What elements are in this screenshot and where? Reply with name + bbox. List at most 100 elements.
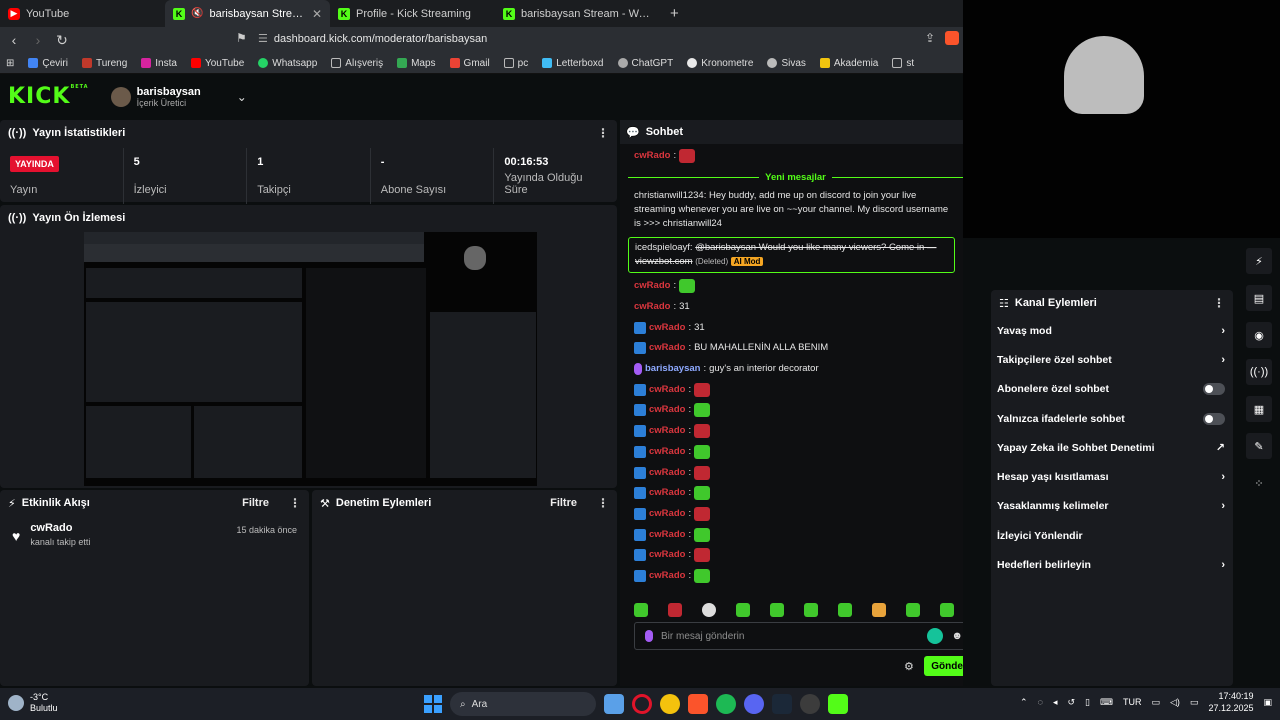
keyboard-icon[interactable]: ⌨ <box>1100 697 1113 708</box>
bookmark-icon[interactable]: ⚑ <box>236 31 247 45</box>
emote-icon[interactable] <box>872 603 886 617</box>
channel-action-item[interactable]: Yalnızca ifadelerle sohbet <box>991 404 1233 433</box>
clock[interactable]: 17:40:19 27.12.2025 <box>1208 690 1253 714</box>
battery-icon[interactable]: ▭ <box>1190 697 1199 708</box>
emote-icon[interactable] <box>804 603 818 617</box>
brave-icon[interactable] <box>688 694 708 714</box>
volume-icon[interactable]: ◁) <box>1170 697 1180 708</box>
channel-action-item[interactable]: Yapay Zeka ile Sohbet Denetimi ↗ <box>991 433 1233 462</box>
chat-messages[interactable]: cwRado: Yeni mesajlar christianwill1234:… <box>620 144 963 602</box>
bookmark-item[interactable]: st <box>892 58 914 69</box>
chat-username[interactable]: cwRado <box>634 300 670 314</box>
apps-grid-icon[interactable]: ⊞ <box>6 58 14 69</box>
chat-username[interactable]: cwRado <box>634 279 670 293</box>
chat-username[interactable]: cwRado <box>649 341 685 355</box>
bookmark-item[interactable]: Gmail <box>449 58 490 69</box>
bookmark-item[interactable]: Letterboxd <box>542 58 604 69</box>
notification-icon[interactable]: ▣ <box>1263 697 1272 708</box>
emote-icon[interactable] <box>940 603 954 617</box>
kick-logo[interactable]: KICKBETA <box>8 84 89 109</box>
bookmark-item[interactable]: Çeviri <box>28 58 68 69</box>
chat-username[interactable]: cwRado <box>649 383 685 397</box>
chat-bubble-icon[interactable]: ◉ <box>1246 322 1272 348</box>
kick-app-icon[interactable] <box>828 694 848 714</box>
bookmark-item[interactable]: Kronometre <box>687 58 753 69</box>
chat-username[interactable]: cwRado <box>649 548 685 562</box>
toggle-switch[interactable] <box>1203 412 1225 425</box>
opera-icon[interactable] <box>632 694 652 714</box>
channel-action-item[interactable]: İzleyici Yönlendir <box>991 521 1233 550</box>
wifi-icon[interactable]: ◌ <box>1038 697 1043 707</box>
chevron-up-icon[interactable]: ⌃ <box>1020 697 1028 708</box>
layout-icon[interactable]: ▦ <box>1246 396 1272 422</box>
chat-username[interactable]: cwRado <box>649 507 685 521</box>
kebab-menu-icon[interactable]: ⋮ <box>597 126 609 140</box>
close-tab-icon[interactable]: ✕ <box>312 7 322 21</box>
bookmark-item[interactable]: Insta <box>141 58 177 69</box>
chat-username[interactable]: cwRado <box>649 445 685 459</box>
language-indicator[interactable]: TUR <box>1123 697 1142 707</box>
mute-icon[interactable]: 🔇 <box>191 8 203 19</box>
nodes-icon[interactable]: ⁘ <box>1246 470 1272 496</box>
windows-start-icon[interactable] <box>424 695 442 713</box>
chat-username[interactable]: cwRado <box>649 424 685 438</box>
back-icon[interactable]: ‹ <box>4 32 24 48</box>
kebab-menu-icon[interactable]: ⋮ <box>1213 296 1225 310</box>
chevron-down-icon[interactable]: ⌄ <box>237 90 247 104</box>
chat-username[interactable]: cwRado <box>649 528 685 542</box>
emote-icon[interactable] <box>702 603 716 617</box>
forward-icon[interactable]: › <box>28 32 48 48</box>
mic-icon[interactable]: ▯ <box>1085 697 1090 708</box>
tab-kick-watch[interactable]: K barisbaysan Stream - Watch Live on <box>495 0 660 27</box>
taskbar-search[interactable]: ⌕ Ara <box>450 692 596 716</box>
bookmark-item[interactable]: ChatGPT <box>617 58 673 69</box>
gear-icon[interactable]: ⚙ <box>904 660 914 673</box>
chat-username[interactable]: cwRado <box>649 466 685 480</box>
bookmark-item[interactable]: Akademia <box>819 58 878 69</box>
chat-username[interactable]: icedspieloayf <box>635 242 690 253</box>
event-user[interactable]: cwRado <box>30 522 90 534</box>
bookmark-item[interactable]: Whatsapp <box>258 58 317 69</box>
filter-button[interactable]: Filtre <box>242 497 269 509</box>
broadcast-icon[interactable]: ((·)) <box>1246 359 1272 385</box>
reload-icon[interactable]: ↻ <box>52 32 72 49</box>
emoji-icon[interactable]: ☻ <box>951 630 963 642</box>
channel-action-item[interactable]: Hesap yaşı kısıtlaması › <box>991 462 1233 491</box>
bookmark-item[interactable]: YouTube <box>190 58 244 69</box>
share-icon[interactable]: ⇪ <box>925 31 935 45</box>
chat-input[interactable]: Bir mesaj gönderin ☻ <box>634 622 974 650</box>
chat-username[interactable]: christianwill1234 <box>634 190 704 201</box>
chat-username[interactable]: barisbaysan <box>645 362 700 376</box>
grammarly-icon[interactable] <box>927 628 944 644</box>
bookmark-item[interactable]: Sivas <box>767 58 806 69</box>
emote-icon[interactable] <box>838 603 852 617</box>
filter-button[interactable]: Filtre <box>550 497 577 509</box>
task-view-icon[interactable] <box>604 694 624 714</box>
channel-action-item[interactable]: Hedefleri belirleyin › <box>991 550 1233 579</box>
network-icon[interactable]: ▭ <box>1151 697 1160 708</box>
channel-switcher[interactable]: barisbaysan İçerik Üretici ⌄ <box>110 86 247 108</box>
channel-action-item[interactable]: Takipçilere özel sohbet › <box>991 345 1233 374</box>
bolt-icon[interactable]: ⚡ <box>1246 248 1272 274</box>
chrome-icon[interactable] <box>660 694 680 714</box>
chat-username[interactable]: cwRado <box>649 321 685 335</box>
tab-kick-dashboard[interactable]: K 🔇 barisbaysan Stream - Kick Da ✕ <box>165 0 330 27</box>
tab-kick-profile[interactable]: K Profile - Kick Streaming <box>330 0 495 27</box>
chat-username[interactable]: cwRado <box>649 486 685 500</box>
chat-username[interactable]: cwRado <box>634 149 670 163</box>
steam-icon[interactable] <box>772 694 792 714</box>
bookmark-item[interactable]: Alışveriş <box>331 58 383 69</box>
stream-preview[interactable] <box>84 232 537 486</box>
channel-action-item[interactable]: Yasaklanmış kelimeler › <box>991 492 1233 521</box>
emote-icon[interactable] <box>634 603 648 617</box>
spotify-icon[interactable] <box>716 694 736 714</box>
discord-icon[interactable] <box>744 694 764 714</box>
chat-username[interactable]: cwRado <box>649 569 685 583</box>
emote-icon[interactable] <box>668 603 682 617</box>
toggle-switch[interactable] <box>1203 383 1225 396</box>
channel-action-item[interactable]: Abonelere özel sohbet <box>991 375 1233 404</box>
kebab-menu-icon[interactable]: ⋮ <box>289 496 301 510</box>
emote-icon[interactable] <box>770 603 784 617</box>
speaker-icon[interactable]: ◂ <box>1053 697 1058 708</box>
site-settings-icon[interactable]: ☰ <box>258 32 268 45</box>
